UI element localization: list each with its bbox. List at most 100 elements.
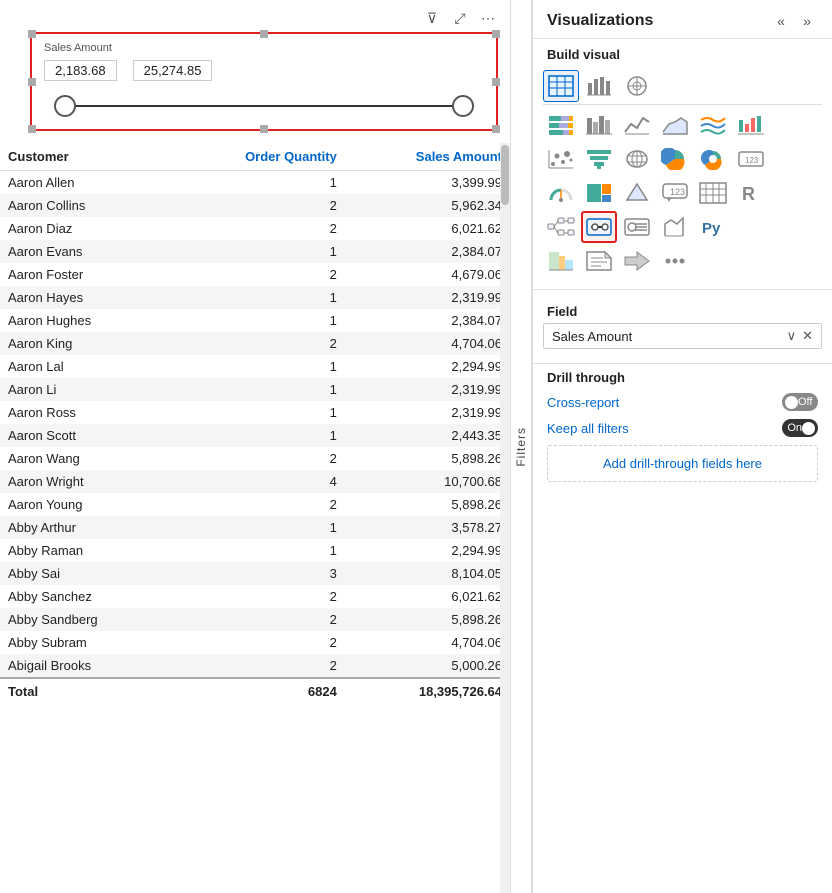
viz-row-top	[543, 70, 822, 102]
slicer-left-handle[interactable]	[54, 95, 76, 117]
resize-handle-bm[interactable]	[260, 125, 268, 133]
table-row[interactable]: Aaron King24,704.06	[0, 332, 510, 355]
stacked-bar-icon[interactable]	[543, 109, 579, 141]
clustered-bar-icon[interactable]	[581, 109, 617, 141]
table-area: Customer Order Quantity Sales Amount Aar…	[0, 143, 510, 893]
slicer-values: 2,183.68 25,274.85	[44, 60, 484, 81]
decomp-tree-icon[interactable]	[543, 211, 579, 243]
analytics-visual-icon[interactable]	[619, 70, 655, 102]
scrollbar[interactable]	[500, 143, 510, 893]
resize-handle-br[interactable]	[492, 125, 500, 133]
qna-icon[interactable]: 123	[657, 177, 693, 209]
table-row[interactable]: Aaron Foster24,679.06	[0, 263, 510, 286]
table-row[interactable]: Aaron Wang25,898.26	[0, 447, 510, 470]
ribbon-chart-icon[interactable]	[695, 109, 731, 141]
tree-map-icon[interactable]	[581, 177, 617, 209]
field-dropdown-icon[interactable]: ∨	[787, 328, 797, 344]
slicer-icon[interactable]	[581, 211, 617, 243]
map-icon[interactable]	[619, 143, 655, 175]
r-visual-icon[interactable]: R	[733, 177, 769, 209]
resize-handle-tm[interactable]	[260, 30, 268, 38]
field-row: Sales Amount ∨ ✕	[543, 323, 822, 349]
toggle-off-label: Off	[798, 396, 812, 408]
svg-text:Py: Py	[702, 220, 721, 237]
slicer-right-handle[interactable]	[452, 95, 474, 117]
table-row[interactable]: Aaron Young25,898.26	[0, 493, 510, 516]
toggle-knob	[785, 396, 798, 409]
table-header-row: Customer Order Quantity Sales Amount	[0, 143, 510, 171]
donut-chart-icon[interactable]	[695, 143, 731, 175]
table-row[interactable]: Aaron Hughes12,384.07	[0, 309, 510, 332]
resize-handle-bl[interactable]	[28, 125, 36, 133]
table-row[interactable]: Aaron Scott12,443.35	[0, 424, 510, 447]
resize-handle-ml[interactable]	[28, 78, 36, 86]
map-new-icon[interactable]	[543, 245, 579, 277]
resize-handle-tr[interactable]	[492, 30, 500, 38]
arrow-visual-icon[interactable]	[619, 245, 655, 277]
more-options-icon[interactable]: ⋯	[478, 8, 498, 28]
more-visuals-icon[interactable]	[657, 245, 693, 277]
slicer-min-value[interactable]: 2,183.68	[44, 60, 117, 81]
toggle-on-switch[interactable]: On	[782, 419, 818, 437]
matrix-icon[interactable]	[695, 177, 731, 209]
right-panel: Visualizations « » Build visual	[532, 0, 832, 893]
table-row[interactable]: Abby Sai38,104.05	[0, 562, 510, 585]
right-panel-header: Visualizations « »	[533, 0, 832, 39]
svg-text:R: R	[742, 184, 755, 204]
waterfall-icon[interactable]	[733, 109, 769, 141]
col-header-sales[interactable]: Sales Amount	[345, 143, 510, 171]
filters-tab[interactable]: Filters	[510, 0, 532, 893]
field-value: Sales Amount	[552, 329, 781, 344]
table-row[interactable]: Aaron Li12,319.99	[0, 378, 510, 401]
table-row[interactable]: Aaron Diaz26,021.62	[0, 217, 510, 240]
line-chart-icon[interactable]	[619, 109, 655, 141]
table-row[interactable]: Aaron Collins25,962.34	[0, 194, 510, 217]
add-drillthrough-box[interactable]: Add drill-through fields here	[547, 445, 818, 482]
cross-report-label: Cross-report	[547, 395, 619, 410]
bar-chart-visual-icon[interactable]	[581, 70, 617, 102]
funnel-icon[interactable]	[581, 143, 617, 175]
table-row[interactable]: Abigail Brooks25,000.26	[0, 654, 510, 678]
keep-filters-row: Keep all filters On	[547, 419, 818, 437]
focus-mode-icon[interactable]: ⤢	[450, 8, 470, 28]
table-row[interactable]: Aaron Hayes12,319.99	[0, 286, 510, 309]
cross-report-toggle[interactable]: Off	[782, 393, 818, 411]
area-chart-icon[interactable]	[657, 109, 693, 141]
left-panel: ⊽ ⤢ ⋯ Sales Amount 2,183.68 25,274.85 Cu…	[0, 0, 510, 893]
filter-icon[interactable]: ⊽	[422, 8, 442, 28]
col-header-qty[interactable]: Order Quantity	[171, 143, 345, 171]
shape-map-icon[interactable]	[619, 177, 655, 209]
section-divider-1	[533, 289, 832, 290]
collapse-left-icon[interactable]: «	[770, 10, 792, 32]
resize-handle-tl[interactable]	[28, 30, 36, 38]
table-row[interactable]: Aaron Allen13,399.99	[0, 171, 510, 195]
card-icon[interactable]: 123	[733, 143, 769, 175]
table-row[interactable]: Abby Sanchez26,021.62	[0, 585, 510, 608]
qs-visual-icon[interactable]	[657, 211, 693, 243]
table-row[interactable]: Abby Subram24,704.06	[0, 631, 510, 654]
table-row[interactable]: Aaron Lal12,294.99	[0, 355, 510, 378]
key-influencers-icon[interactable]	[619, 211, 655, 243]
slicer-max-value[interactable]: 25,274.85	[133, 60, 213, 81]
table-row[interactable]: Aaron Ross12,319.99	[0, 401, 510, 424]
scroll-thumb[interactable]	[501, 145, 509, 205]
table-row[interactable]: Aaron Wright410,700.68	[0, 470, 510, 493]
keep-filters-label: Keep all filters	[547, 421, 629, 436]
python-visual-icon[interactable]: Py	[695, 211, 731, 243]
expand-right-icon[interactable]: »	[796, 10, 818, 32]
pie-chart-icon[interactable]	[657, 143, 693, 175]
gauge-icon[interactable]	[543, 177, 579, 209]
table-row[interactable]: Abby Raman12,294.99	[0, 539, 510, 562]
toggle-on-label: On	[787, 422, 802, 434]
smart-narrative-icon[interactable]	[581, 245, 617, 277]
table-row[interactable]: Abby Sandberg25,898.26	[0, 608, 510, 631]
table-row[interactable]: Abby Arthur13,578.27	[0, 516, 510, 539]
toggle-off-switch[interactable]: Off	[782, 393, 818, 411]
field-remove-icon[interactable]: ✕	[802, 328, 813, 344]
col-header-customer[interactable]: Customer	[0, 143, 171, 171]
scatter-icon[interactable]	[543, 143, 579, 175]
keep-filters-toggle[interactable]: On	[782, 419, 818, 437]
resize-handle-mr[interactable]	[492, 78, 500, 86]
table-visual-icon[interactable]	[543, 70, 579, 102]
table-row[interactable]: Aaron Evans12,384.07	[0, 240, 510, 263]
